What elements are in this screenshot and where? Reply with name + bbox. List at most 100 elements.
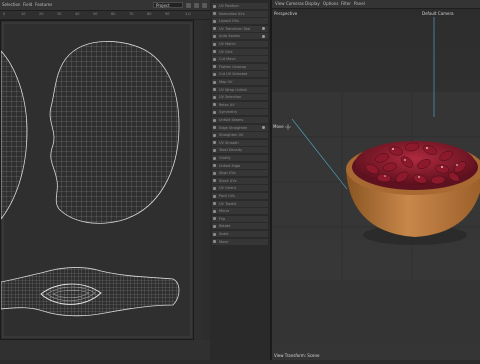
tool-item-label: Flatten Unwrap <box>219 64 246 69</box>
menu-features[interactable]: Features <box>35 0 52 10</box>
tool-item[interactable]: Pack UVs <box>212 193 268 200</box>
menu-options[interactable]: Options <box>323 0 338 8</box>
tool-icon <box>213 186 216 190</box>
tool-item[interactable]: UV Transform Tool <box>212 25 268 33</box>
menu-field[interactable]: Field <box>23 0 32 10</box>
tool-icon <box>213 42 216 46</box>
projection-dropdown-label: Project <box>156 3 170 8</box>
tool-icon <box>213 217 216 221</box>
expand-icon[interactable] <box>202 2 207 8</box>
tool-item[interactable]: Map UV <box>212 79 268 86</box>
menu-view[interactable]: View <box>275 0 285 8</box>
tool-item[interactable]: Relax UV <box>212 101 268 109</box>
tool-item[interactable]: Layout UVs <box>212 18 268 26</box>
ruler-tick: 20 <box>39 12 44 16</box>
tool-item[interactable]: Gridify <box>212 155 268 162</box>
tool-item-label: Align UVs <box>219 171 236 176</box>
menu-display[interactable]: Display <box>305 0 320 8</box>
tool-item-label: UV Orient <box>219 186 236 191</box>
tool-item-label: Stack UVs <box>219 178 237 183</box>
uv-editor-footer <box>0 340 210 360</box>
tool-item[interactable]: Auto Seams <box>212 33 268 41</box>
tool-icon <box>213 202 216 206</box>
tool-item[interactable]: Stack UVs <box>212 177 268 185</box>
tool-item[interactable]: UV Wrap Unfold <box>212 86 268 94</box>
tool-item-label: Gridify <box>219 156 231 160</box>
uv-layout <box>0 22 192 338</box>
tool-icon <box>213 118 216 122</box>
tool-item[interactable]: Rotate <box>212 223 268 231</box>
tool-options-icon[interactable] <box>262 126 265 130</box>
tool-item[interactable]: UV Grid <box>212 48 268 56</box>
tool-item[interactable]: Scale <box>212 231 268 238</box>
tool-icon <box>213 171 216 175</box>
tool-item-label: Map UV <box>219 80 233 84</box>
settings-icon[interactable] <box>194 2 199 8</box>
tool-options-icon[interactable] <box>262 27 265 31</box>
menu-cameras[interactable]: Cameras <box>286 0 304 8</box>
tool-item-label: UV Toolkit <box>219 201 237 206</box>
tool-item-label: Cut Move <box>219 57 236 62</box>
tool-icon <box>213 179 216 183</box>
view-transform-status: View Transform: Scene <box>274 353 320 358</box>
tool-item[interactable]: Cut UV Selected <box>212 71 268 79</box>
uv-shell-left[interactable] <box>0 49 28 221</box>
tool-item[interactable]: Straighten UV <box>212 132 268 140</box>
tool-options-icon[interactable] <box>262 34 265 38</box>
ruler-tick: 0 <box>3 12 6 16</box>
tool-item[interactable]: Flip <box>212 215 268 223</box>
tool-item[interactable]: UV Smooth <box>212 139 268 147</box>
ruler-tick: 1.0 <box>185 12 191 16</box>
viewport-camera-label[interactable]: Default Camera <box>422 11 454 16</box>
tool-item[interactable]: UV Position <box>212 3 268 10</box>
tool-item[interactable]: UV Match <box>212 41 268 48</box>
tool-item-label: Edge Straighten <box>219 125 248 130</box>
menu-panel[interactable]: Panel <box>354 0 365 8</box>
ruler-tick: 10 <box>21 12 26 16</box>
tool-item[interactable]: Mirror <box>212 208 268 216</box>
ruler-tick: 30 <box>57 12 62 16</box>
tool-item-label: Unfold Edge <box>219 163 241 168</box>
tool-item-label: Rotate <box>219 224 231 229</box>
menu-selection[interactable]: Selection <box>2 0 20 10</box>
tool-item[interactable]: UV Selection <box>212 94 268 102</box>
tool-item[interactable]: Cut Move <box>212 56 268 64</box>
tool-item-label: Scale <box>219 232 229 236</box>
ruler-tick: 50 <box>93 12 98 16</box>
tool-item[interactable]: Edge Straighten <box>212 124 268 132</box>
tool-icon <box>213 27 216 31</box>
tool-item-label: Pack UVs <box>219 194 235 198</box>
tool-item[interactable]: Align UVs <box>212 170 268 178</box>
tool-item-label: Mirror <box>219 209 230 214</box>
tool-item-label: UV Transform Tool <box>219 26 251 31</box>
uv-canvas[interactable] <box>0 20 194 340</box>
viewport-perspective-label[interactable]: Perspective <box>274 11 297 16</box>
tool-icon <box>213 164 216 168</box>
tool-item[interactable]: Move <box>212 238 268 246</box>
tool-item[interactable]: Unfold Seams <box>212 117 268 124</box>
tool-item[interactable]: Normalize UVs <box>212 10 268 18</box>
tool-item[interactable]: Symmetry <box>212 109 268 117</box>
tool-icon <box>213 110 216 114</box>
tool-item-label: Move <box>219 239 229 244</box>
ruler-tick: 90 <box>165 12 170 16</box>
tool-icon <box>213 209 216 213</box>
tool-icon <box>213 103 216 107</box>
menu-filter[interactable]: Filter <box>341 0 351 8</box>
tool-icon <box>213 141 216 145</box>
tool-item[interactable]: Flatten Unwrap <box>212 63 268 71</box>
grid-icon[interactable] <box>186 2 191 8</box>
uv-shell-bean[interactable] <box>49 41 180 224</box>
tool-icon <box>213 72 216 76</box>
ruler-tick: 80 <box>147 12 152 16</box>
3d-viewport[interactable] <box>272 17 480 360</box>
tool-icon <box>213 224 216 228</box>
tool-item-label: Symmetry <box>219 110 238 115</box>
tool-item[interactable]: Unfold Edge <box>212 162 268 170</box>
tool-item[interactable]: UV Orient <box>212 185 268 193</box>
projection-dropdown[interactable]: Project <box>153 2 183 8</box>
tool-item[interactable]: UV Toolkit <box>212 200 268 208</box>
viewport-scene <box>272 17 480 360</box>
tool-icon <box>213 95 216 99</box>
tool-item[interactable]: Texel Density <box>212 147 268 155</box>
